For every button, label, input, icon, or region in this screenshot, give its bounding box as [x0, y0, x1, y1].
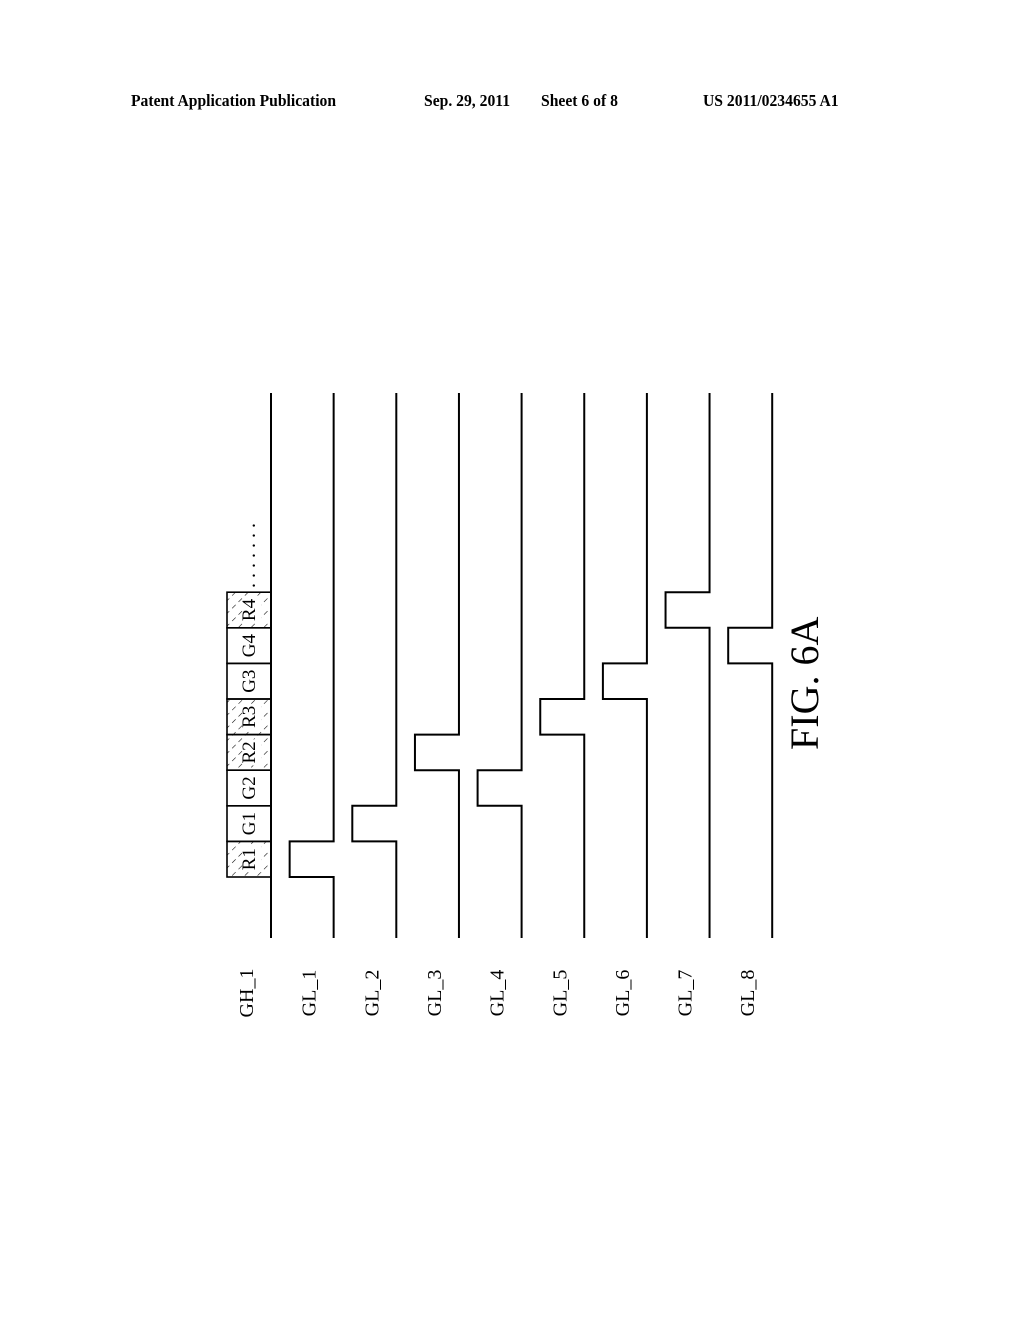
waveform-gl-7 — [664, 393, 711, 938]
slot-label: G3 — [239, 670, 260, 693]
signal-label: GL_6 — [612, 970, 634, 1017]
signal-labels: GH_1 GL_1 GL_2 GL_3 GL_4 GL_5 GL_6 GL_7 GL_8 — [236, 969, 759, 1018]
waveform-gl-4 — [476, 393, 523, 938]
gh-slot-r3: R3 — [226, 698, 272, 736]
slot-label: G4 — [239, 633, 260, 657]
waveform-gl-3 — [413, 393, 460, 938]
signal-label: GL_1 — [299, 970, 321, 1017]
waveform-gl-5 — [539, 393, 586, 938]
signal-label: GL_8 — [737, 970, 759, 1017]
signal-label: GL_7 — [675, 970, 697, 1017]
slot-label: R2 — [239, 741, 260, 763]
waveforms — [270, 393, 774, 938]
gh-slot-g4: G4 — [226, 626, 272, 665]
slot-label: G2 — [239, 776, 260, 799]
waveform-gl-8 — [727, 393, 774, 938]
gh1-slot-box: R1 G1 G2 R2 R3 G3 G4 R4 — [226, 591, 272, 878]
signal-label: GH_1 — [236, 969, 258, 1018]
slot-label: R3 — [239, 706, 260, 728]
signal-label: GL_2 — [361, 970, 383, 1017]
continuation-dots: ....... — [238, 518, 260, 588]
slot-label: R1 — [239, 848, 260, 870]
signal-label: GL_3 — [424, 970, 446, 1017]
gh-slot-g2: G2 — [226, 769, 272, 807]
gh-slot-g1: G1 — [226, 804, 272, 843]
slot-label: R4 — [239, 598, 260, 621]
gh-slot-g3: G3 — [226, 662, 272, 700]
gh-slot-r2: R2 — [226, 733, 272, 771]
gh-slot-r4: R4 — [226, 591, 272, 629]
signal-label: GL_5 — [549, 970, 571, 1017]
gh-slot-r1: R1 — [226, 840, 272, 878]
slot-label: G1 — [239, 812, 260, 835]
waveform-gl-6 — [601, 393, 648, 938]
waveform-gl-1 — [288, 393, 335, 938]
timing-diagram: R1 G1 G2 R2 R3 G3 G4 R4 GH_1 GL_1 GL_2 GL_3 GL_4 GL_… — [226, 393, 827, 1018]
figure-caption: FIG. 6A — [782, 617, 827, 750]
waveform-gl-2 — [351, 393, 398, 938]
signal-label: GL_4 — [487, 970, 509, 1017]
